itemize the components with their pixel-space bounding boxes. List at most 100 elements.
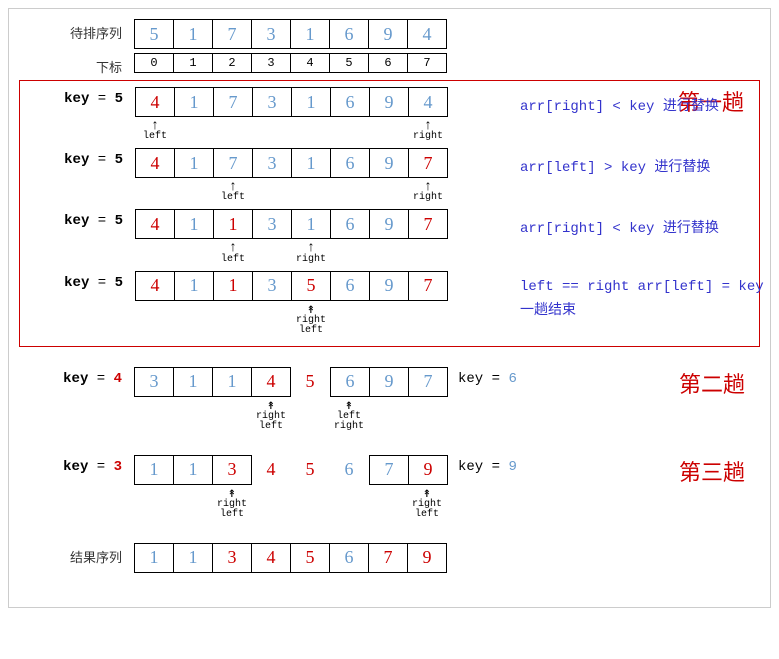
result-label: 结果序列 — [19, 543, 134, 566]
cell: 6 — [330, 367, 370, 397]
index-cell: 7 — [407, 53, 447, 73]
pointer-slot — [368, 489, 408, 520]
pointer-slot — [369, 305, 409, 336]
pass1-note: arr[left] > key 进行替换 — [520, 156, 710, 176]
cell: 6 — [330, 271, 370, 301]
cell: 1 — [174, 271, 214, 301]
pass1-step-array: 41731694 — [135, 87, 448, 117]
cell: 1 — [212, 367, 252, 397]
index-label: 下标 — [19, 53, 134, 76]
cell: 4 — [408, 87, 448, 117]
pass1-pointers: ↑left ↑right — [135, 243, 759, 264]
cell: 1 — [174, 148, 214, 178]
pointer-slot — [369, 121, 409, 142]
cell: 1 — [173, 543, 213, 573]
pass2-right-array: 697 — [330, 367, 448, 397]
pass2-key-right: key = 6 — [448, 367, 517, 387]
pointer-slot — [174, 121, 214, 142]
cell: 1 — [173, 455, 213, 485]
cell: 7 — [368, 543, 408, 573]
pass3-left-array: 113 — [134, 455, 252, 485]
cell: 4 — [135, 271, 175, 301]
cell: 7 — [212, 19, 252, 49]
pointer-slot — [251, 489, 291, 520]
pass1-step-array: 41135697 — [135, 271, 448, 301]
cell: 3 — [252, 148, 292, 178]
cell: 3 — [252, 87, 292, 117]
pointer-slot — [330, 243, 370, 264]
pointer-slot: ↑left — [213, 182, 253, 203]
pass-1-box: 第一趟 key = 541731694↑left↑rightarr[right]… — [19, 80, 760, 347]
cell: 7 — [369, 455, 409, 485]
pointer-slot — [174, 243, 214, 264]
pointer-slot — [330, 182, 370, 203]
pass1-key-label: key = 5 — [20, 209, 135, 229]
cell: 7 — [213, 87, 253, 117]
pass3-right-array: 79 — [369, 455, 448, 485]
cell: 1 — [134, 543, 174, 573]
cell: 7 — [408, 367, 448, 397]
pointer-slot: ↟rightleft — [291, 305, 331, 336]
cell: 9 — [369, 367, 409, 397]
pointer-slot — [135, 305, 175, 336]
pointer-slot: ↑left — [135, 121, 175, 142]
pointer-slot — [252, 182, 292, 203]
pointer-slot — [134, 401, 174, 432]
cell: 3 — [212, 455, 252, 485]
pass-3-group: 第三趟 key = 3 113 4 5 6 79 key = 9 ↟rightl… — [19, 455, 760, 525]
pass1-note: arr[right] < key 进行替换 — [520, 217, 719, 237]
pointer-slot — [330, 305, 370, 336]
pointer-slot — [290, 401, 330, 432]
cell: 1 — [291, 148, 331, 178]
pointer-slot — [368, 401, 408, 432]
initial-array: 51731694 — [134, 19, 447, 49]
cell: 1 — [173, 19, 213, 49]
cell: 9 — [368, 19, 408, 49]
pointer-slot: ↑left — [213, 243, 253, 264]
cell: 7 — [408, 148, 448, 178]
pass1-pointers: ↟rightleft — [135, 305, 759, 336]
cell: 1 — [290, 19, 330, 49]
cell: 3 — [252, 271, 292, 301]
pass2-mid: 5 — [290, 367, 330, 397]
cell: 1 — [213, 209, 253, 239]
result-array: 11345679 — [134, 543, 447, 573]
pointer-slot — [135, 243, 175, 264]
pass3-key-left: key = 3 — [19, 455, 134, 475]
pointer-slot — [174, 182, 214, 203]
pointer-slot — [252, 121, 292, 142]
pointer-slot: ↟rightleft — [212, 489, 252, 520]
pass3-midC: 6 — [329, 455, 369, 485]
pass3-key-right: key = 9 — [448, 455, 517, 475]
pass1-pointers: ↑left↑right — [135, 121, 759, 142]
index-cell: 5 — [329, 53, 369, 73]
pass3-midB: 5 — [290, 455, 330, 485]
pass1-key-label: key = 5 — [20, 148, 135, 168]
pointer-slot: ↑right — [291, 243, 331, 264]
pointer-slot — [135, 182, 175, 203]
cell: 9 — [369, 209, 409, 239]
cell: 6 — [330, 148, 370, 178]
pass1-key-label: key = 5 — [20, 271, 135, 291]
pass1-note: arr[right] < key 进行替换 — [520, 95, 719, 115]
cell: 4 — [407, 19, 447, 49]
pointer-slot — [329, 489, 369, 520]
index-cell: 4 — [290, 53, 330, 73]
cell: 4 — [135, 148, 175, 178]
cell: 9 — [369, 148, 409, 178]
index-cell: 6 — [368, 53, 408, 73]
pointer-slot — [408, 243, 448, 264]
cell: 4 — [251, 367, 291, 397]
pass-2-group: 第二趟 key = 4 3114 5 697 key = 6 ↟rightlef… — [19, 367, 760, 437]
pointer-slot — [252, 243, 292, 264]
pointer-slot: ↑right — [408, 182, 448, 203]
index-cell: 1 — [173, 53, 213, 73]
cell: 3 — [251, 19, 291, 49]
cell: 4 — [251, 543, 291, 573]
pointer-slot — [369, 182, 409, 203]
pointer-slot — [290, 489, 330, 520]
index-cell: 3 — [251, 53, 291, 73]
cell: 1 — [173, 367, 213, 397]
cell: 4 — [135, 87, 175, 117]
pointer-slot — [330, 121, 370, 142]
